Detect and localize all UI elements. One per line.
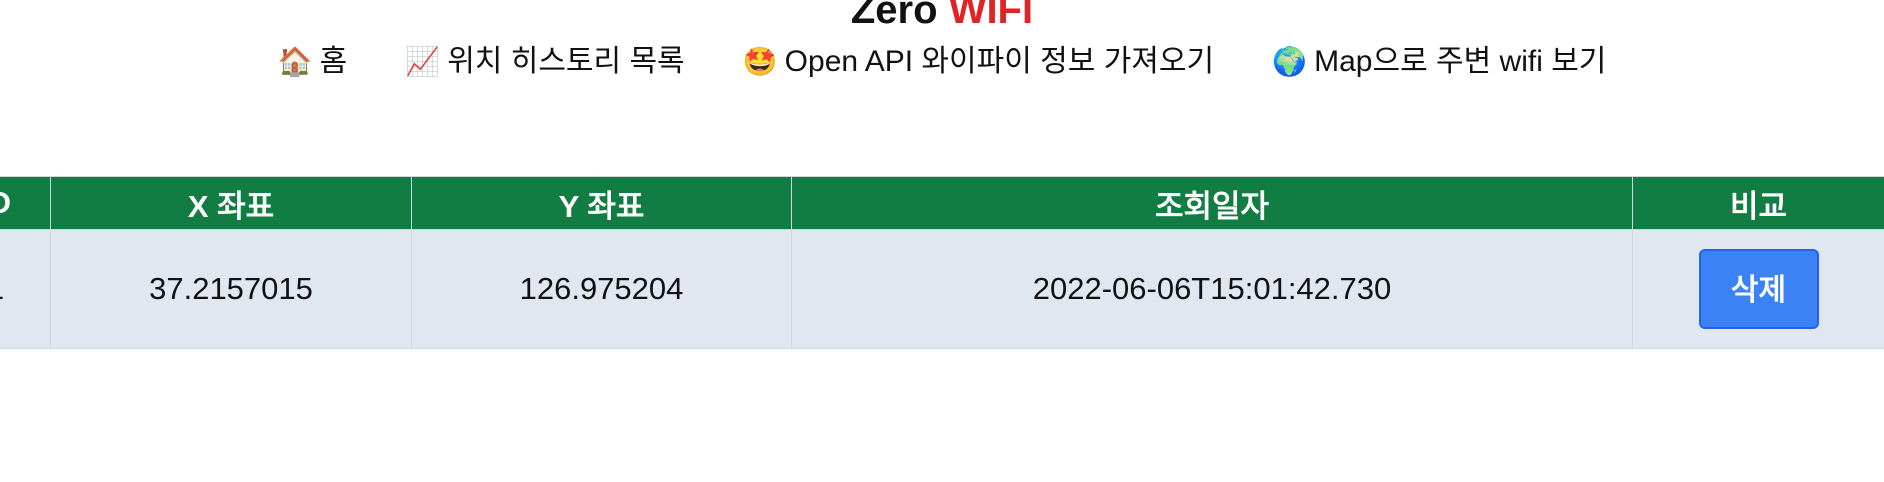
column-header-compare: 비교 <box>1632 176 1884 230</box>
history-table: ID X 좌표 Y 좌표 조회일자 비교 1 37.2157015 126.97… <box>0 176 1884 349</box>
column-header-y: Y 좌표 <box>411 176 792 230</box>
nav-item-location-history[interactable]: 📈 위치 히스토리 목록 <box>405 42 684 82</box>
nav-item-map[interactable]: 🌍 Map으로 주변 wifi 보기 <box>1272 42 1606 82</box>
column-header-id: ID <box>0 176 51 230</box>
nav-item-home[interactable]: 🏠 홈 <box>278 42 348 82</box>
table-row: 1 37.2157015 126.975204 2022-06-06T15:01… <box>0 229 1884 349</box>
cell-x: 37.2157015 <box>50 229 412 349</box>
main-nav: 🏠 홈 📈 위치 히스토리 목록 🤩 Open API 와이파이 정보 가져오기… <box>0 42 1884 82</box>
nav-item-label: 홈 <box>319 45 348 78</box>
cell-action: 삭제 <box>1632 229 1884 349</box>
title-accent: WIFI <box>948 0 1034 32</box>
column-header-x: X 좌표 <box>50 176 412 230</box>
cell-id: 1 <box>0 229 51 349</box>
home-icon: 🏠 <box>277 46 313 77</box>
globe-icon: 🌍 <box>1272 46 1307 77</box>
page-title: Zero WIFI <box>0 0 1884 34</box>
nav-item-open-api[interactable]: 🤩 Open API 와이파이 정보 가져오기 <box>743 42 1214 82</box>
title-main: Zero <box>850 0 938 32</box>
cell-y: 126.975204 <box>411 229 792 349</box>
chart-increasing-icon: 📈 <box>405 46 441 77</box>
nav-item-label: Open API 와이파이 정보 가져오기 <box>784 45 1215 78</box>
nav-item-label: 위치 히스토리 목록 <box>447 45 685 78</box>
nav-item-label: Map으로 주변 wifi 보기 <box>1314 45 1607 78</box>
table-header-row: ID X 좌표 Y 좌표 조회일자 비교 <box>0 176 1884 230</box>
column-header-date: 조회일자 <box>791 176 1633 230</box>
star-struck-icon: 🤩 <box>742 46 778 77</box>
cell-date: 2022-06-06T15:01:42.730 <box>791 229 1633 349</box>
delete-button[interactable]: 삭제 <box>1698 249 1819 329</box>
